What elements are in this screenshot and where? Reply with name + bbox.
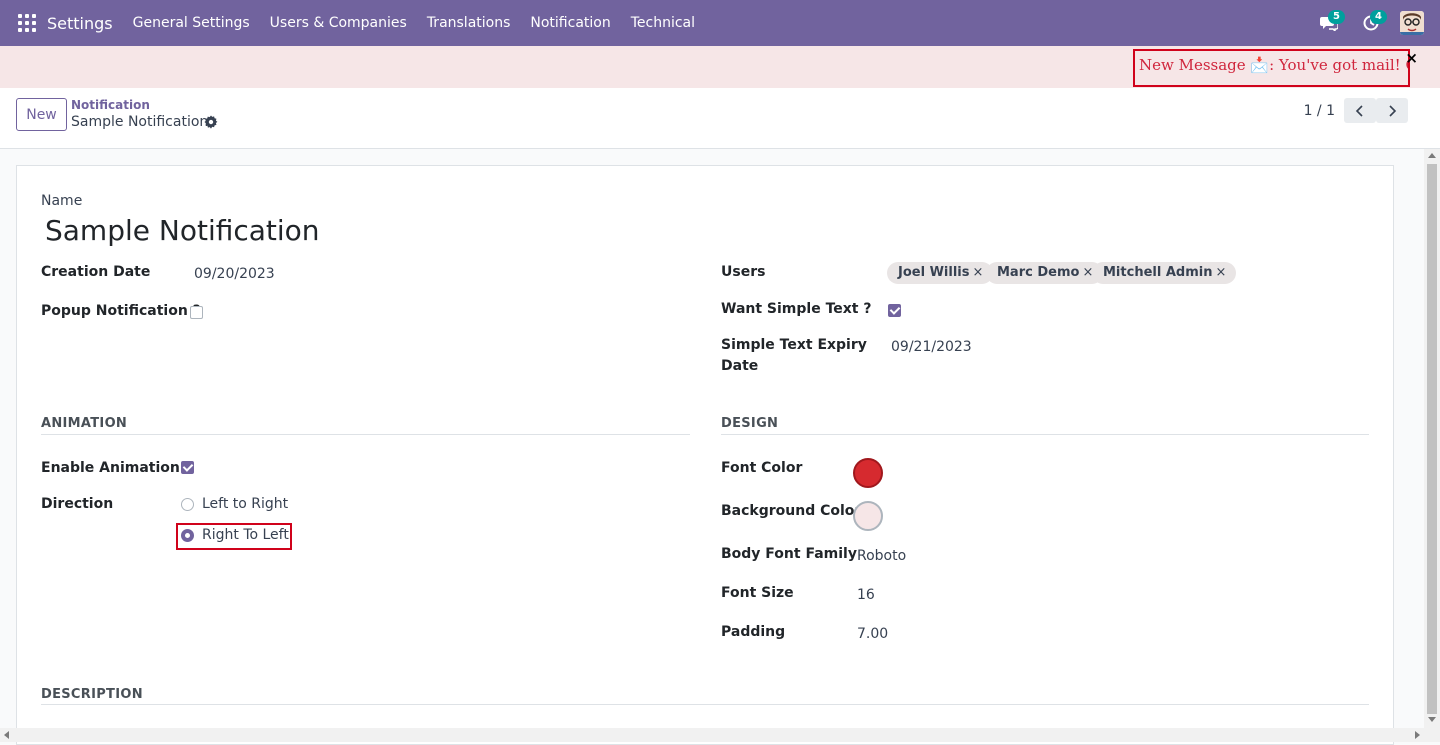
menu-general-settings[interactable]: General Settings (123, 15, 260, 31)
notification-close-icon[interactable]: × (1405, 49, 1418, 67)
design-divider (721, 434, 1369, 435)
users-label: Users (721, 264, 765, 280)
scroll-down-arrow[interactable] (1428, 717, 1436, 722)
user-tag-mitchell-admin: Mitchell Admin× (1092, 262, 1236, 284)
activities-button[interactable]: 4 (1356, 8, 1386, 38)
notification-message: New Message 📩: You've got mail! Check y (1133, 49, 1410, 87)
body-font-family-label: Body Font Family (721, 546, 857, 562)
main-menu: General Settings Users & Companies Trans… (123, 15, 705, 31)
creation-date-label: Creation Date (41, 264, 150, 280)
top-navbar: Settings General Settings Users & Compan… (0, 0, 1440, 46)
scroll-up-arrow[interactable] (1428, 153, 1436, 158)
horizontal-scrollbar[interactable] (0, 728, 1424, 742)
name-input[interactable]: Sample Notification (45, 214, 320, 247)
font-size-input[interactable]: 16 (857, 587, 875, 603)
name-label: Name (41, 193, 82, 209)
app-brand[interactable]: Settings (47, 14, 113, 33)
description-divider (41, 704, 1369, 705)
padding-input[interactable]: 7.00 (857, 626, 888, 642)
padding-label: Padding (721, 624, 785, 640)
animation-divider (41, 434, 690, 435)
activities-badge: 4 (1370, 10, 1387, 24)
control-panel: New Notification Sample Notification 1 /… (0, 88, 1440, 149)
breadcrumb-parent[interactable]: Notification (71, 98, 150, 112)
notification-banner: New Message 📩: You've got mail! Check y (0, 46, 1440, 88)
user-tag-joel-willis: Joel Willis× (887, 262, 993, 284)
popup-notification-label: Popup Notification ? (41, 303, 201, 319)
pager-previous-button[interactable] (1344, 98, 1376, 123)
menu-translations[interactable]: Translations (417, 15, 521, 31)
simple-text-expiry-label-line2: Date (721, 358, 758, 374)
direction-right-to-left-label[interactable]: Right To Left (202, 527, 289, 543)
chevron-right-icon (1387, 105, 1397, 117)
simple-text-expiry-label: Simple Text Expiry (721, 337, 867, 353)
gear-icon[interactable] (204, 115, 218, 129)
remove-tag-icon[interactable]: × (972, 265, 983, 280)
vertical-scrollbar[interactable] (1424, 149, 1440, 742)
direction-left-to-right-radio[interactable] (181, 498, 194, 511)
user-tag-label: Joel Willis (898, 265, 969, 280)
notification-message-text: New Message 📩: You've got mail! Check y (1139, 56, 1410, 74)
simple-text-expiry-input[interactable]: 09/21/2023 (891, 339, 972, 355)
breadcrumb-current: Sample Notification (71, 114, 208, 130)
pager-value[interactable]: 1 / 1 (1304, 103, 1335, 119)
direction-right-to-left-radio[interactable] (181, 529, 194, 542)
user-tag-marc-demo: Marc Demo× (986, 262, 1103, 284)
pager-next-button[interactable] (1376, 98, 1408, 123)
menu-notification[interactable]: Notification (520, 15, 620, 31)
direction-left-to-right-label[interactable]: Left to Right (202, 496, 288, 512)
chevron-left-icon (1355, 105, 1365, 117)
menu-users-companies[interactable]: Users & Companies (260, 15, 417, 31)
scroll-right-arrow[interactable] (1415, 731, 1420, 739)
enable-animation-checkbox[interactable] (181, 461, 194, 474)
want-simple-text-checkbox[interactable] (888, 304, 901, 317)
systray: 5 4 (1302, 8, 1424, 38)
font-size-label: Font Size (721, 585, 794, 601)
design-section-title: DESIGN (721, 416, 778, 431)
creation-date-input[interactable]: 09/20/2023 (194, 266, 275, 282)
scroll-thumb[interactable] (1427, 164, 1437, 714)
direction-label: Direction (41, 496, 113, 512)
popup-notification-checkbox[interactable] (190, 306, 203, 319)
body-font-family-input[interactable]: Roboto (857, 548, 906, 564)
want-simple-text-label: Want Simple Text ? (721, 301, 872, 317)
form-sheet: Name Sample Notification Creation Date 0… (16, 165, 1394, 745)
scroll-left-arrow[interactable] (4, 731, 9, 739)
user-tag-label: Mitchell Admin (1103, 265, 1212, 280)
animation-section-title: ANIMATION (41, 416, 127, 431)
background-color-label: Background Color (721, 503, 861, 519)
font-color-label: Font Color (721, 460, 802, 476)
description-section-title: DESCRIPTION (41, 687, 143, 702)
apps-menu-icon[interactable] (18, 14, 36, 32)
remove-tag-icon[interactable]: × (1215, 265, 1226, 280)
new-button[interactable]: New (16, 98, 67, 131)
user-avatar[interactable] (1400, 11, 1424, 35)
messages-button[interactable]: 5 (1314, 8, 1344, 38)
font-color-swatch[interactable] (853, 458, 883, 488)
enable-animation-label: Enable Animation ? (41, 460, 193, 476)
messages-badge: 5 (1328, 10, 1345, 24)
user-tag-label: Marc Demo (997, 265, 1079, 280)
menu-technical[interactable]: Technical (621, 15, 705, 31)
background-color-swatch[interactable] (853, 501, 883, 531)
